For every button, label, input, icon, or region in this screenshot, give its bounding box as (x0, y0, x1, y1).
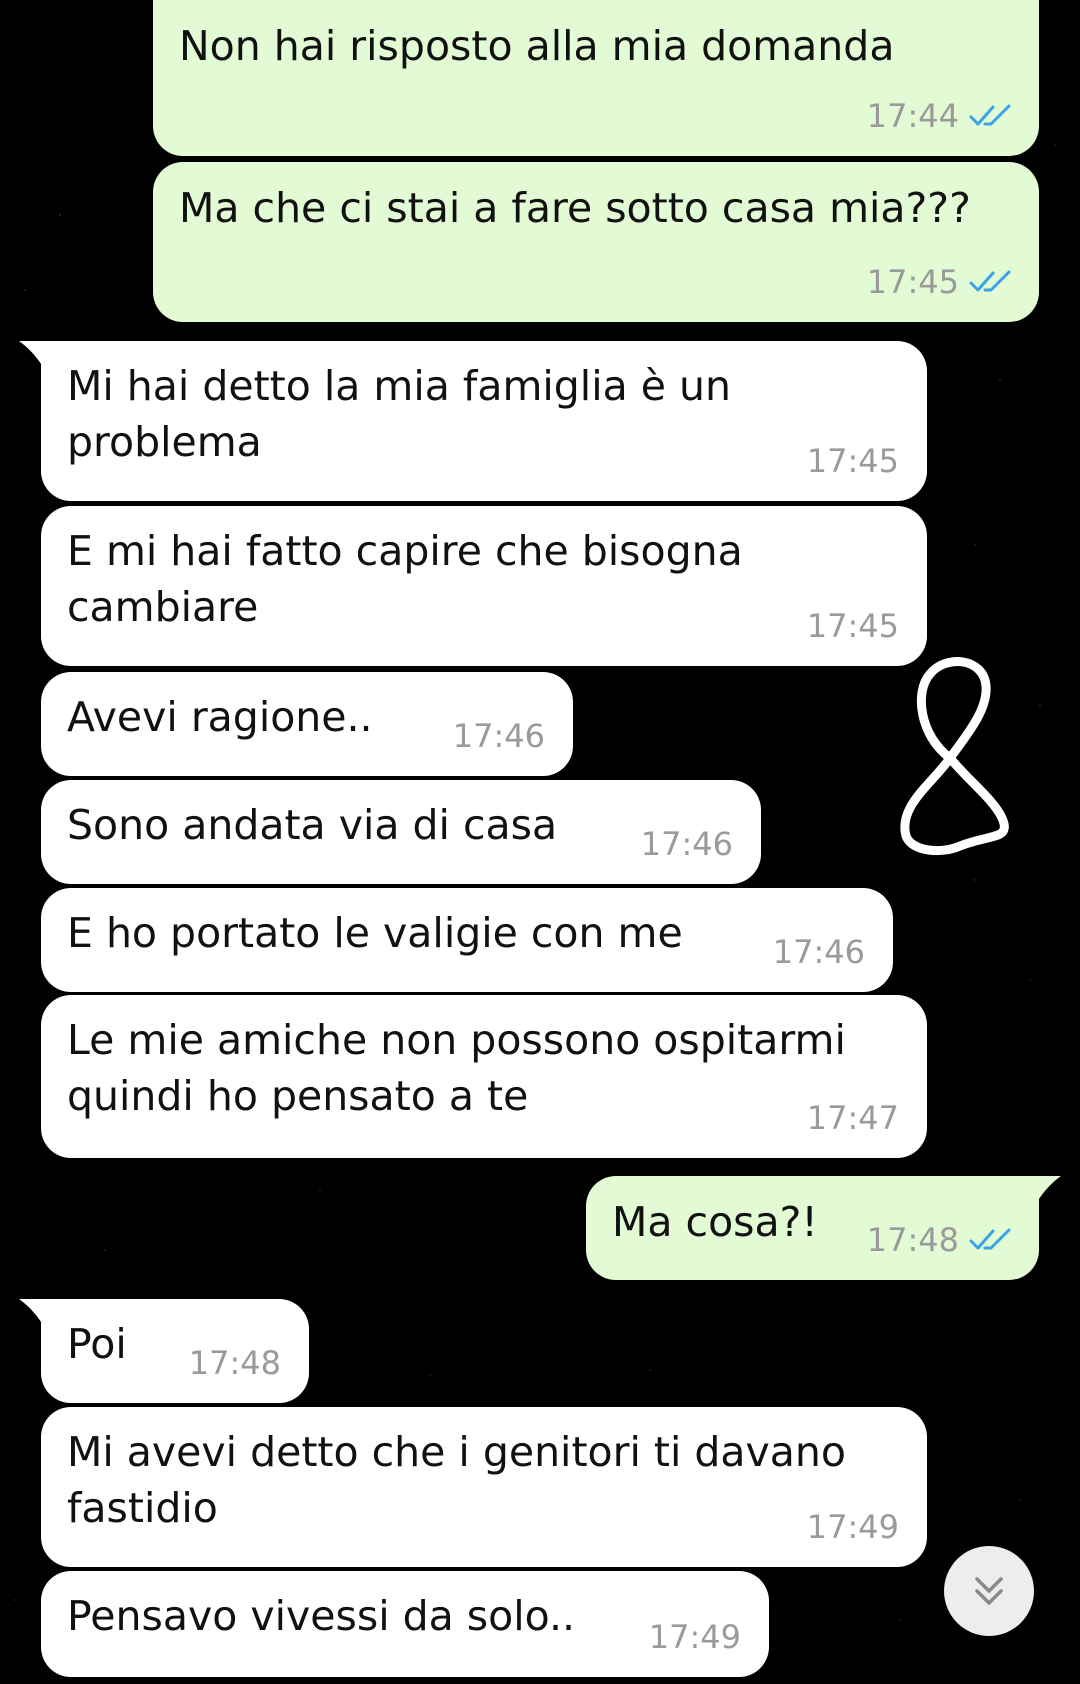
message-bubble-outgoing[interactable]: Ma cosa?! 17:48 (586, 1176, 1061, 1280)
message-text: Pensavo vivessi da solo.. (67, 1592, 576, 1640)
message-bubble-incoming[interactable]: Sono andata via di casa 17:46 (41, 780, 761, 884)
message-time: 17:46 (640, 825, 733, 863)
message-meta: 17:45 (867, 262, 1013, 302)
message-time: 17:49 (806, 1508, 899, 1546)
message-time: 17:45 (806, 442, 899, 480)
message-meta: 17:47 (807, 1098, 899, 1138)
bubble-tail (1037, 1176, 1061, 1202)
handwritten-8-doodle-icon (900, 657, 1009, 856)
message-meta: 17:44 (867, 96, 1013, 136)
message-text: Non hai risposto alla mia domanda (179, 22, 895, 70)
message-text: Ma che ci stai a fare sotto casa mia??? (179, 184, 971, 232)
message-text: Ma cosa?! (612, 1198, 818, 1246)
message-text: Poi (67, 1320, 127, 1368)
message-meta: 17:46 (773, 932, 865, 972)
bubble-tail (19, 341, 43, 367)
bubble-tail (19, 1299, 43, 1325)
message-time: 17:48 (188, 1344, 281, 1382)
message-meta: 17:48 (867, 1220, 1013, 1260)
double-chevron-down-icon (975, 1577, 1003, 1605)
message-time: 17:48 (866, 1221, 959, 1259)
message-bubble-incoming[interactable]: Pensavo vivessi da solo.. 17:49 (41, 1571, 769, 1677)
message-meta: 17:49 (649, 1617, 741, 1657)
message-text: E mi hai fatto capire che bisogna cambia… (67, 527, 743, 631)
message-text: Avevi ragione.. (67, 693, 373, 741)
message-bubble-incoming[interactable]: Avevi ragione.. 17:46 (41, 672, 573, 776)
message-time: 17:46 (452, 717, 545, 755)
message-bubble-incoming[interactable]: E ho portato le valigie con me 17:46 (41, 888, 893, 992)
message-text: Le mie amiche non possono ospitarmi quin… (67, 1016, 846, 1120)
message-text: Mi hai detto la mia famiglia è un proble… (67, 362, 731, 466)
double-check-read-icon (969, 1228, 1011, 1250)
message-meta: 17:49 (807, 1507, 899, 1547)
message-bubble-incoming[interactable]: Le mie amiche non possono ospitarmi quin… (41, 995, 927, 1158)
message-time: 17:46 (772, 933, 865, 971)
message-meta: 17:46 (453, 716, 545, 756)
message-time: 17:44 (866, 97, 959, 135)
message-bubble-incoming[interactable]: E mi hai fatto capire che bisogna cambia… (41, 506, 927, 666)
message-text: E ho portato le valigie con me (67, 909, 683, 957)
message-meta: 17:48 (189, 1343, 281, 1383)
message-bubble-outgoing[interactable]: Ma che ci stai a fare sotto casa mia??? … (153, 162, 1039, 322)
message-time: 17:45 (866, 263, 959, 301)
message-meta: 17:46 (641, 824, 733, 864)
message-bubble-incoming[interactable]: Poi 17:48 (19, 1299, 309, 1403)
message-meta: 17:45 (807, 441, 899, 481)
message-text: Mi avevi detto che i genitori ti davano … (67, 1428, 846, 1532)
scroll-to-bottom-button[interactable] (944, 1546, 1034, 1636)
message-text: Sono andata via di casa (67, 801, 558, 849)
double-check-read-icon (969, 270, 1011, 292)
message-bubble-incoming[interactable]: Mi avevi detto che i genitori ti davano … (41, 1407, 927, 1567)
message-bubble-outgoing[interactable]: Non hai risposto alla mia domanda 17:44 (153, 0, 1039, 156)
message-bubble-incoming[interactable]: Mi hai detto la mia famiglia è un proble… (19, 341, 927, 501)
double-check-read-icon (969, 104, 1011, 126)
message-time: 17:49 (648, 1618, 741, 1656)
message-time: 17:47 (806, 1099, 899, 1137)
